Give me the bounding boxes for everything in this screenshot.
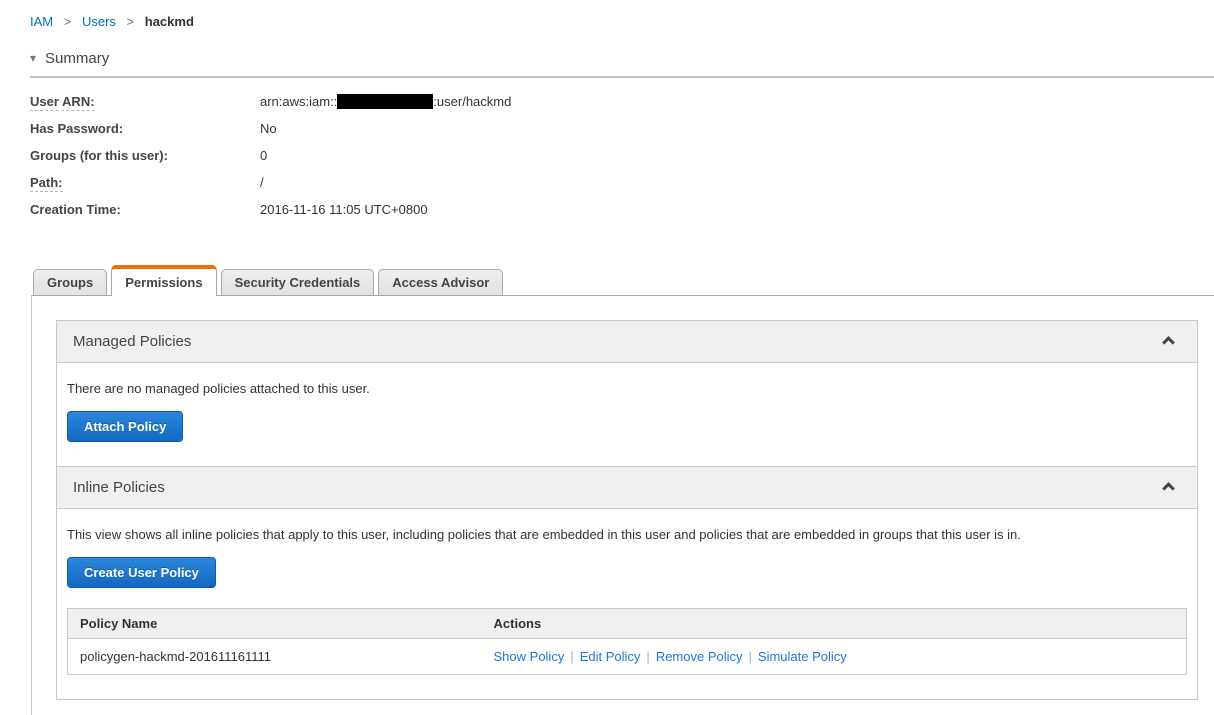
policies-accordion: Managed Policies There are no managed po… [56, 320, 1198, 700]
breadcrumb: IAM > Users > hackmd [0, 0, 1214, 29]
summary-row-has-password: Has Password: No [30, 120, 1214, 137]
tab-groups[interactable]: Groups [33, 269, 108, 295]
inline-policies-header[interactable]: Inline Policies [57, 467, 1197, 509]
edit-policy-link[interactable]: Edit Policy [580, 649, 641, 664]
simulate-policy-link[interactable]: Simulate Policy [758, 649, 847, 664]
summary-title: Summary [45, 50, 110, 67]
summary-section-toggle[interactable]: ▾ Summary [30, 50, 1214, 76]
create-user-policy-button[interactable]: Create User Policy [67, 557, 216, 588]
breadcrumb-link-iam[interactable]: IAM [30, 14, 53, 29]
user-arn-label: User ARN: [30, 94, 95, 111]
has-password-value: No [260, 121, 277, 136]
breadcrumb-link-users[interactable]: Users [82, 14, 116, 29]
user-arn-value: arn:aws:iam:::user/hackmd [260, 94, 512, 109]
redacted-account-id [337, 94, 434, 109]
user-detail-tabs: Groups Permissions Security Credentials … [33, 265, 1214, 296]
policy-name-column-header: Policy Name [67, 608, 482, 639]
managed-policies-header[interactable]: Managed Policies [57, 321, 1197, 363]
policy-table-row: policygen-hackmd-201611161111 Show Polic… [68, 639, 1187, 675]
action-separator: | [646, 649, 650, 664]
action-separator: | [748, 649, 752, 664]
show-policy-link[interactable]: Show Policy [494, 649, 565, 664]
summary-row-creation-time: Creation Time: 2016-11-16 11:05 UTC+0800 [30, 201, 1214, 218]
summary-divider [30, 76, 1214, 78]
inline-policies-title: Inline Policies [73, 479, 165, 496]
tab-security-credentials[interactable]: Security Credentials [220, 269, 375, 295]
policy-table-header-row: Policy Name Actions [67, 608, 1187, 639]
groups-count-label: Groups (for this user): [30, 148, 168, 163]
managed-policies-body: There are no managed policies attached t… [57, 363, 1197, 467]
groups-count-value: 0 [260, 148, 268, 163]
actions-column-header: Actions [481, 608, 1187, 639]
has-password-label: Has Password: [30, 121, 124, 136]
tab-permissions[interactable]: Permissions [111, 265, 217, 296]
inline-policies-description: This view shows all inline policies that… [67, 527, 1021, 542]
creation-time-label: Creation Time: [30, 202, 121, 217]
breadcrumb-separator: > [126, 14, 135, 29]
policy-name-cell: policygen-hackmd-201611161111 [80, 649, 272, 664]
path-value: / [260, 175, 264, 190]
chevron-up-icon[interactable] [1162, 336, 1175, 349]
managed-policies-empty-message: There are no managed policies attached t… [67, 381, 370, 396]
inline-policies-table: Policy Name Actions policygen-hackmd-201… [67, 608, 1187, 675]
summary-row-path: Path: / [30, 174, 1214, 192]
permissions-tab-panel: Managed Policies There are no managed po… [31, 295, 1214, 715]
summary-fields: User ARN: arn:aws:iam:::user/hackmd Has … [30, 93, 1214, 218]
chevron-up-icon[interactable] [1162, 482, 1175, 495]
policy-actions-cell: Show Policy | Edit Policy | Remove Policy | Si… [482, 639, 1187, 675]
summary-row-user-arn: User ARN: arn:aws:iam:::user/hackmd [30, 93, 1214, 111]
breadcrumb-separator: > [63, 14, 72, 29]
remove-policy-link[interactable]: Remove Policy [656, 649, 743, 664]
tab-access-advisor[interactable]: Access Advisor [378, 269, 504, 295]
caret-down-icon: ▾ [30, 51, 37, 65]
managed-policies-title: Managed Policies [73, 333, 192, 350]
breadcrumb-current-user: hackmd [144, 14, 194, 29]
summary-row-groups: Groups (for this user): 0 [30, 147, 1214, 164]
creation-time-value: 2016-11-16 11:05 UTC+0800 [260, 202, 428, 217]
inline-policies-body: This view shows all inline policies that… [57, 509, 1197, 699]
path-label: Path: [30, 175, 63, 192]
action-separator: | [570, 649, 574, 664]
attach-policy-button[interactable]: Attach Policy [67, 411, 184, 442]
